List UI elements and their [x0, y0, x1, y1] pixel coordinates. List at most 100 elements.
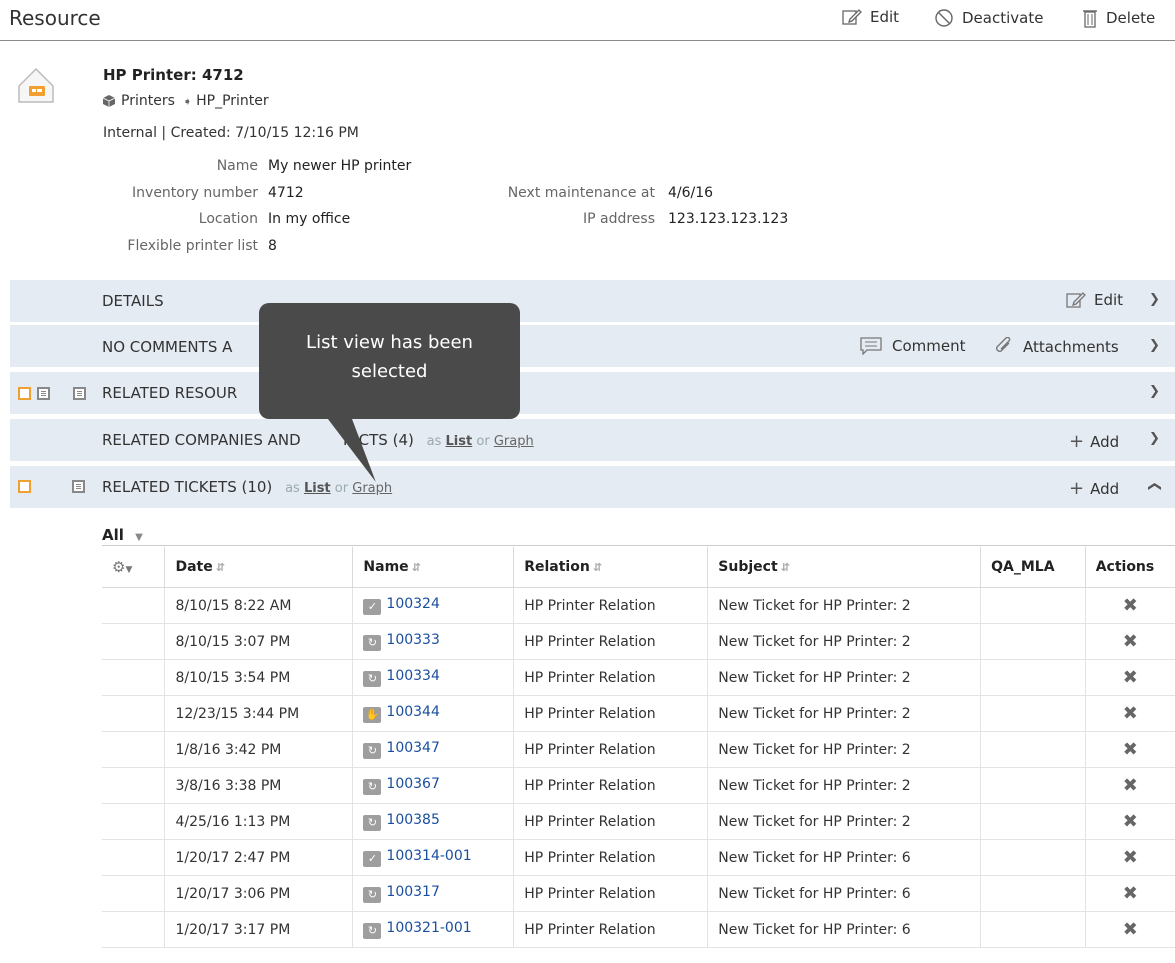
- maintenance-label: Next maintenance at: [507, 185, 655, 201]
- table-row[interactable]: 1/20/17 3:17 PM ↻ 100321-001 HP Printer Rel…: [102, 911, 1175, 948]
- list-view-link[interactable]: List: [446, 434, 473, 449]
- ticket-number[interactable]: 100317: [386, 884, 439, 900]
- relation-cell: HP Printer Relation: [513, 911, 709, 948]
- breadcrumb-type[interactable]: HP_Printer: [196, 93, 269, 109]
- column-date[interactable]: Date ⇵: [164, 547, 354, 588]
- ticket-link[interactable]: ↻ 100334: [352, 659, 515, 696]
- column-settings[interactable]: ⚙▼: [102, 547, 166, 588]
- remove-button[interactable]: ✖: [1084, 839, 1175, 876]
- chevron-down-icon[interactable]: ❯: [1149, 338, 1160, 353]
- table-row[interactable]: 3/8/16 3:38 PM ↻ 100367 HP Printer Relation…: [102, 767, 1175, 804]
- table-row[interactable]: 8/10/15 8:22 AM ✓ 100324 HP Printer Relatio…: [102, 587, 1175, 624]
- column-relation[interactable]: Relation ⇵: [513, 547, 709, 588]
- ticket-link[interactable]: ↻ 100367: [352, 767, 515, 804]
- list-view-link[interactable]: List: [304, 481, 331, 496]
- edit-button[interactable]: Edit: [842, 8, 899, 26]
- table-row[interactable]: 1/8/16 3:42 PM ↻ 100347 HP Printer Relation…: [102, 731, 1175, 768]
- add-company-button[interactable]: + Add: [1069, 431, 1119, 452]
- delete-button[interactable]: Delete: [1082, 8, 1155, 28]
- graph-view-link[interactable]: Graph: [352, 481, 392, 496]
- chevron-up-icon[interactable]: ❯: [1147, 481, 1162, 492]
- ticket-link[interactable]: ↻ 100385: [352, 803, 515, 840]
- remove-button[interactable]: ✖: [1084, 695, 1175, 732]
- edit-label: Edit: [870, 8, 900, 26]
- table-row[interactable]: 8/10/15 3:54 PM ↻ 100334 HP Printer Relatio…: [102, 659, 1175, 696]
- ticket-link[interactable]: ↻ 100347: [352, 731, 515, 768]
- chevron-down-icon[interactable]: ❯: [1149, 431, 1160, 446]
- ticket-number[interactable]: 100314-001: [386, 848, 471, 864]
- close-icon: ✖: [1122, 775, 1138, 796]
- detail-view-icon[interactable]: [73, 387, 87, 400]
- filter-dropdown[interactable]: All ▼: [102, 526, 143, 544]
- compact-view-icon[interactable]: [18, 480, 31, 493]
- comments-title[interactable]: NO COMMENTS A: [102, 338, 232, 356]
- table-row[interactable]: 1/20/17 3:06 PM ↻ 100317 HP Printer Relatio…: [102, 875, 1175, 912]
- add-ticket-button[interactable]: + Add: [1069, 478, 1119, 499]
- refresh-icon: ↻: [363, 815, 382, 831]
- pencil-icon: [1066, 292, 1086, 308]
- tooltip: List view has been selected: [259, 303, 520, 419]
- related-tickets-title[interactable]: RELATED TICKETS (10) as List or Graph: [102, 478, 392, 496]
- column-actions: Actions: [1084, 547, 1175, 588]
- comment-button[interactable]: Comment: [860, 337, 966, 355]
- remove-button[interactable]: ✖: [1084, 623, 1175, 660]
- ticket-number[interactable]: 100347: [386, 740, 439, 756]
- list-view-icon[interactable]: [37, 387, 50, 400]
- list-view-icon[interactable]: [71, 480, 85, 493]
- related-resources-title[interactable]: RELATED RESOUR: [102, 384, 237, 402]
- column-qa-mla[interactable]: QA_MLA: [980, 547, 1086, 588]
- remove-button[interactable]: ✖: [1084, 587, 1175, 624]
- row-select-cell: [102, 587, 166, 624]
- chevron-down-icon[interactable]: ❯: [1149, 292, 1160, 307]
- date-cell: 3/8/16 3:38 PM: [164, 767, 354, 804]
- attachments-button[interactable]: Attachments: [995, 337, 1119, 357]
- remove-button[interactable]: ✖: [1084, 659, 1175, 696]
- relation-cell: HP Printer Relation: [513, 767, 709, 804]
- table-row[interactable]: 4/25/16 1:13 PM ↻ 100385 HP Printer Relatio…: [102, 803, 1175, 840]
- ticket-number[interactable]: 100385: [386, 812, 439, 828]
- deactivate-button[interactable]: Deactivate: [934, 8, 1043, 28]
- related-tickets-label: RELATED TICKETS (10): [102, 478, 273, 496]
- related-companies-title[interactable]: RELATED COMPANIES AND TACTS (4) as List o…: [102, 431, 534, 449]
- row-select-cell: [102, 659, 166, 696]
- refresh-icon: ↻: [363, 923, 382, 939]
- ticket-number[interactable]: 100333: [386, 632, 439, 648]
- remove-button[interactable]: ✖: [1084, 803, 1175, 840]
- details-edit-button[interactable]: Edit: [1066, 291, 1123, 309]
- ticket-number[interactable]: 100324: [386, 596, 439, 612]
- details-section[interactable]: [10, 280, 1175, 322]
- sort-icon: ⇵: [215, 561, 225, 574]
- table-row[interactable]: 1/20/17 2:47 PM ✓ 100314-001 HP Printer Rel…: [102, 839, 1175, 876]
- ticket-link[interactable]: ✋ 100344: [352, 695, 515, 732]
- row-select-cell: [102, 911, 166, 948]
- column-subject[interactable]: Subject ⇵: [707, 547, 982, 588]
- graph-view-link[interactable]: Graph: [494, 434, 534, 449]
- remove-button[interactable]: ✖: [1084, 911, 1175, 948]
- page-title: Resource: [9, 6, 101, 30]
- column-name[interactable]: Name ⇵: [352, 547, 515, 588]
- remove-button[interactable]: ✖: [1084, 875, 1175, 912]
- ticket-number[interactable]: 100367: [386, 776, 439, 792]
- table-row[interactable]: 12/23/15 3:44 PM ✋ 100344 HP Printer Relati…: [102, 695, 1175, 732]
- ticket-link[interactable]: ✓ 100314-001: [352, 839, 515, 876]
- breadcrumb-category[interactable]: Printers: [121, 93, 175, 109]
- row-select-cell: [102, 875, 166, 912]
- table-row[interactable]: 8/10/15 3:07 PM ↻ 100333 HP Printer Relatio…: [102, 623, 1175, 660]
- ticket-number[interactable]: 100334: [386, 668, 439, 684]
- subject-cell: New Ticket for HP Printer: 6: [707, 875, 982, 912]
- chevron-down-icon[interactable]: ❯: [1149, 384, 1160, 399]
- ticket-link[interactable]: ✓ 100324: [352, 587, 515, 624]
- ticket-link[interactable]: ↻ 100333: [352, 623, 515, 660]
- subject-cell: New Ticket for HP Printer: 2: [707, 695, 982, 732]
- caret-down-icon: ▼: [125, 565, 133, 575]
- add-label: Add: [1090, 432, 1120, 451]
- details-title[interactable]: DETAILS: [102, 292, 164, 310]
- remove-button[interactable]: ✖: [1084, 767, 1175, 804]
- remove-button[interactable]: ✖: [1084, 731, 1175, 768]
- ticket-number[interactable]: 100321-001: [386, 920, 471, 936]
- compact-view-icon[interactable]: [18, 387, 31, 400]
- ticket-number[interactable]: 100344: [386, 704, 439, 720]
- ticket-link[interactable]: ↻ 100317: [352, 875, 515, 912]
- ticket-link[interactable]: ↻ 100321-001: [352, 911, 515, 948]
- name-value: My newer HP printer: [268, 158, 412, 174]
